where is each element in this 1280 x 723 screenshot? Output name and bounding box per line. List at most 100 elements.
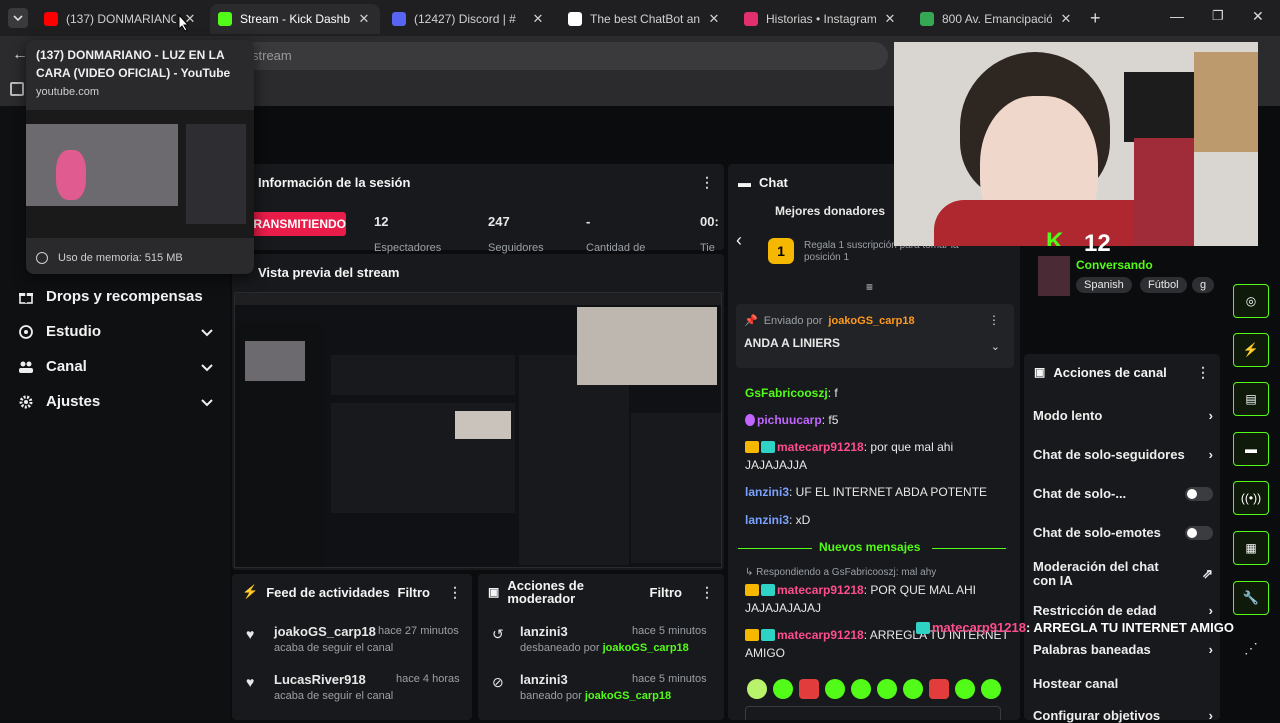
action-modo-lento[interactable]: Modo lento ›	[1033, 408, 1213, 423]
chevron-down-icon	[201, 328, 213, 336]
chevron-down-icon[interactable]: ⌄	[991, 340, 1000, 353]
chat-user[interactable]: matecarp91218	[777, 440, 864, 454]
panel-header: Vista previa del stream	[232, 254, 724, 290]
tab-search-button[interactable]	[8, 8, 28, 28]
stream-preview-panel: Vista previa del stream	[232, 254, 724, 570]
chevron-left-icon[interactable]: ‹	[736, 230, 742, 251]
panel-title: Acciones de canal	[1053, 364, 1167, 380]
lightning-tool-button[interactable]: ⚡	[1233, 333, 1269, 367]
tab-title: The best ChatBot and V	[590, 12, 700, 26]
tab-instagram[interactable]: Historias • Instagram ✕	[736, 4, 906, 34]
close-icon[interactable]: ✕	[530, 11, 546, 27]
tag-chip[interactable]: Fútbol	[1140, 277, 1187, 293]
emote-icon[interactable]	[981, 679, 1001, 699]
close-icon[interactable]: ✕	[1058, 11, 1074, 27]
filter-button[interactable]: Filtro	[650, 585, 683, 600]
emote-icon[interactable]	[747, 679, 767, 699]
pinned-user[interactable]: joakoGS_carp18	[828, 315, 914, 327]
sidebar-item-estudio[interactable]: Estudio	[18, 323, 214, 340]
toggle-switch[interactable]	[1185, 486, 1213, 501]
overlay-user: matecarp91218	[932, 620, 1026, 635]
panel-header: ▣ Acciones de moderador Filtro ⋮	[478, 574, 724, 610]
sidebar-item-ajustes[interactable]: Ajustes	[18, 393, 214, 410]
emote-icon[interactable]	[903, 679, 923, 699]
more-icon[interactable]: ⋮	[700, 174, 714, 191]
wrench-tool-button[interactable]: 🔧	[1233, 581, 1269, 615]
mod-by[interactable]: joakoGS_carp18	[603, 642, 689, 654]
action-host-channel[interactable]: Hostear canal	[1033, 676, 1213, 691]
tag-chip[interactable]: g	[1192, 277, 1215, 293]
emote-icon[interactable]	[825, 679, 845, 699]
emote-icon[interactable]	[773, 679, 793, 699]
panel-title: Vista previa del stream	[258, 264, 400, 280]
address-bar[interactable]: stream	[238, 42, 888, 70]
chat-user[interactable]: lanzini3	[745, 485, 789, 499]
action-solo-seguidores[interactable]: Chat de solo-seguidores ›	[1033, 447, 1213, 462]
chat-tool-button[interactable]: ▬	[1233, 432, 1269, 466]
share-icon[interactable]: ⋰	[1244, 640, 1258, 657]
more-icon[interactable]: ⋮	[448, 584, 462, 601]
lightning-icon: ⚡	[1242, 342, 1260, 357]
filter-button[interactable]: Filtro	[398, 585, 431, 600]
mod-user: lanzini3	[520, 624, 568, 639]
chat-user[interactable]: matecarp91218	[777, 628, 864, 642]
emote-icon[interactable]	[877, 679, 897, 699]
close-icon[interactable]: ✕	[706, 11, 722, 27]
tab-chatbot[interactable]: The best ChatBot and V ✕	[560, 4, 730, 34]
action-banned-words[interactable]: Palabras baneadas ›	[1033, 642, 1213, 657]
stream-status: Conversando	[1076, 258, 1153, 272]
close-window-button[interactable]: ✕	[1252, 8, 1264, 25]
stream-preview-video[interactable]	[234, 292, 722, 568]
action-solo-subs[interactable]: Chat de solo-...	[1033, 486, 1213, 501]
apps-grid-icon[interactable]	[10, 82, 24, 96]
emote-icon[interactable]	[929, 679, 949, 699]
document-icon: ▤	[1245, 392, 1257, 406]
avatar	[1038, 256, 1070, 296]
new-tab-button[interactable]: +	[1090, 8, 1101, 29]
more-icon[interactable]: ⋮	[1196, 364, 1210, 381]
tab-title: 800 Av. Emancipación -	[942, 12, 1052, 26]
tab-discord[interactable]: (12427) Discord | # ✕	[384, 4, 554, 34]
more-icon[interactable]: ⋮	[700, 584, 714, 601]
chat-text: : f	[827, 386, 838, 400]
sidebar-item-canal[interactable]: Canal	[18, 358, 214, 375]
action-ia-moderation[interactable]: Moderación del chat con IA ⇗	[1033, 560, 1213, 588]
collapse-icon[interactable]: ≡	[866, 280, 873, 294]
instagram-icon	[744, 12, 758, 26]
tab-maps[interactable]: 800 Av. Emancipación - ✕	[912, 4, 1082, 34]
chat-user[interactable]: GsFabricooszj	[745, 386, 828, 400]
close-icon[interactable]: ✕	[356, 11, 372, 27]
tag-chip[interactable]: Spanish	[1076, 277, 1132, 293]
panel-title: Información de la sesión	[258, 174, 411, 190]
broadcast-tool-button[interactable]: ((•))	[1233, 481, 1269, 515]
chat-message: lanzini3: xD	[745, 511, 1015, 529]
emote-icon[interactable]	[799, 679, 819, 699]
tab-kick-dashboard[interactable]: Stream - Kick Dashboard ✕	[210, 4, 380, 34]
action-solo-emotes[interactable]: Chat de solo-emotes	[1033, 525, 1213, 540]
action-label: Hostear canal	[1033, 676, 1119, 691]
action-label: Palabras baneadas	[1033, 642, 1151, 657]
emote-icon[interactable]	[955, 679, 975, 699]
notes-tool-button[interactable]: ▤	[1233, 382, 1269, 416]
more-icon[interactable]: ⋮	[988, 313, 1000, 327]
mod-action: desbaneado por joakoGS_carp18	[520, 642, 689, 654]
close-icon[interactable]: ✕	[882, 11, 898, 27]
maximize-button[interactable]: ❐	[1212, 8, 1224, 24]
mod-user: lanzini3	[520, 672, 568, 687]
chat-message: lanzini3: UF EL INTERNET ABDA POTENTE	[745, 483, 1015, 501]
stat-value: 12	[374, 214, 389, 229]
pinned-message[interactable]: 📌 Enviado por joakoGS_carp18 ⋮ ANDA A LI…	[736, 304, 1014, 368]
minimize-button[interactable]: —	[1170, 8, 1184, 24]
chat-user[interactable]: matecarp91218	[777, 583, 864, 597]
action-age-restriction[interactable]: Restricción de edad ›	[1033, 603, 1213, 618]
chat-user[interactable]: pichuucarp	[757, 413, 822, 427]
sidebar-item-drops[interactable]: Drops y recompensas	[18, 288, 214, 305]
chat-input[interactable]	[745, 706, 1001, 720]
mod-by[interactable]: joakoGS_carp18	[585, 690, 671, 702]
chat-user[interactable]: lanzini3	[745, 513, 789, 527]
camera-tool-button[interactable]: ◎	[1233, 284, 1269, 318]
action-goals[interactable]: Configurar objetivos ›	[1033, 708, 1213, 723]
toggle-switch[interactable]	[1185, 525, 1213, 540]
emote-icon[interactable]	[851, 679, 871, 699]
layout-tool-button[interactable]: ▦	[1233, 531, 1269, 565]
